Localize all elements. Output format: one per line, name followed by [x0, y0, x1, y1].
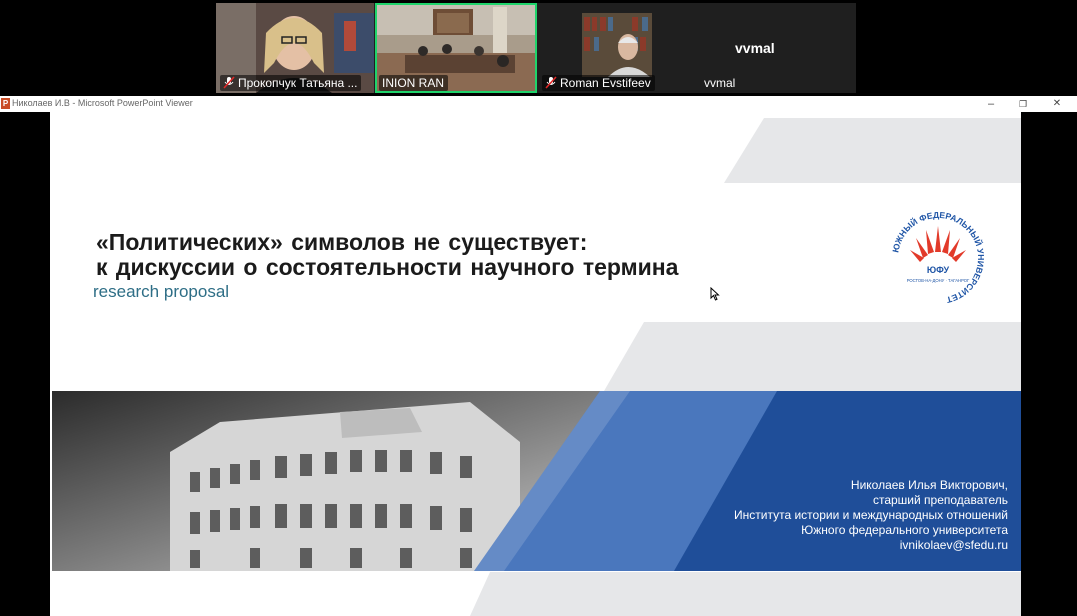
participant-strip: Прокопчук Татьяна ... INION RAN Roman Ev…	[216, 3, 856, 93]
minimize-button[interactable]: –	[976, 96, 1006, 112]
participant-tile[interactable]: Roman Evstifeev	[538, 3, 696, 93]
author-name: Николаев Илья Викторович,	[850, 478, 1008, 492]
mic-muted-icon	[223, 76, 235, 89]
participant-name: Roman Evstifeev	[542, 75, 655, 91]
close-button[interactable]: ✕	[1042, 96, 1072, 112]
participant-name: Прокопчук Татьяна ...	[220, 75, 362, 91]
slide-subtitle: research proposal	[93, 282, 230, 301]
slide-title-line2: к дискуссии о состоятельности научного т…	[96, 254, 679, 280]
window-title: Николаев И.В - Microsoft PowerPoint View…	[12, 98, 193, 108]
mic-muted-icon	[545, 76, 557, 89]
university-logo: ЮЖНЫЙ ФЕДЕРАЛЬНЫЙ УНИВЕРСИТЕТ ЮФУ РОСТОВ…	[890, 210, 986, 306]
logo-center-text: ЮФУ	[927, 265, 950, 275]
slide-decoration	[52, 118, 1021, 616]
logo-city-text: РОСТОВ-НА-ДОНУ · ТАГАНРОГ	[907, 278, 970, 283]
author-position: старший преподаватель	[872, 493, 1008, 507]
powerpoint-icon: P	[1, 98, 10, 109]
participant-name-text: Roman Evstifeev	[560, 76, 651, 90]
window-titlebar: P Николаев И.В - Microsoft PowerPoint Vi…	[0, 96, 1077, 112]
author-institute: Института истории и международных отноше…	[734, 508, 1008, 522]
mouse-cursor-icon	[710, 287, 720, 301]
author-email: ivnikolaev@sfedu.ru	[899, 538, 1008, 552]
participant-name-text: Прокопчук Татьяна ...	[238, 76, 358, 90]
restore-button[interactable]: ❐	[1008, 96, 1038, 112]
slide-title-line1: «Политических» символов не существует:	[96, 229, 588, 255]
presentation-slide: «Политических» символов не существует: к…	[50, 112, 1021, 616]
participant-name-text: INION RAN	[382, 76, 445, 90]
participant-tile-active[interactable]: INION RAN	[375, 3, 537, 93]
participant-name-text: vvmal	[704, 76, 736, 90]
participant-tile[interactable]: vvmal vvmal	[697, 3, 856, 93]
author-university: Южного федерального университета	[801, 523, 1008, 537]
participant-tile[interactable]: Прокопчук Татьяна ...	[216, 3, 374, 93]
participant-name: vvmal	[701, 75, 739, 91]
participant-display-name: vvmal	[735, 40, 775, 56]
participant-name: INION RAN	[379, 75, 449, 91]
